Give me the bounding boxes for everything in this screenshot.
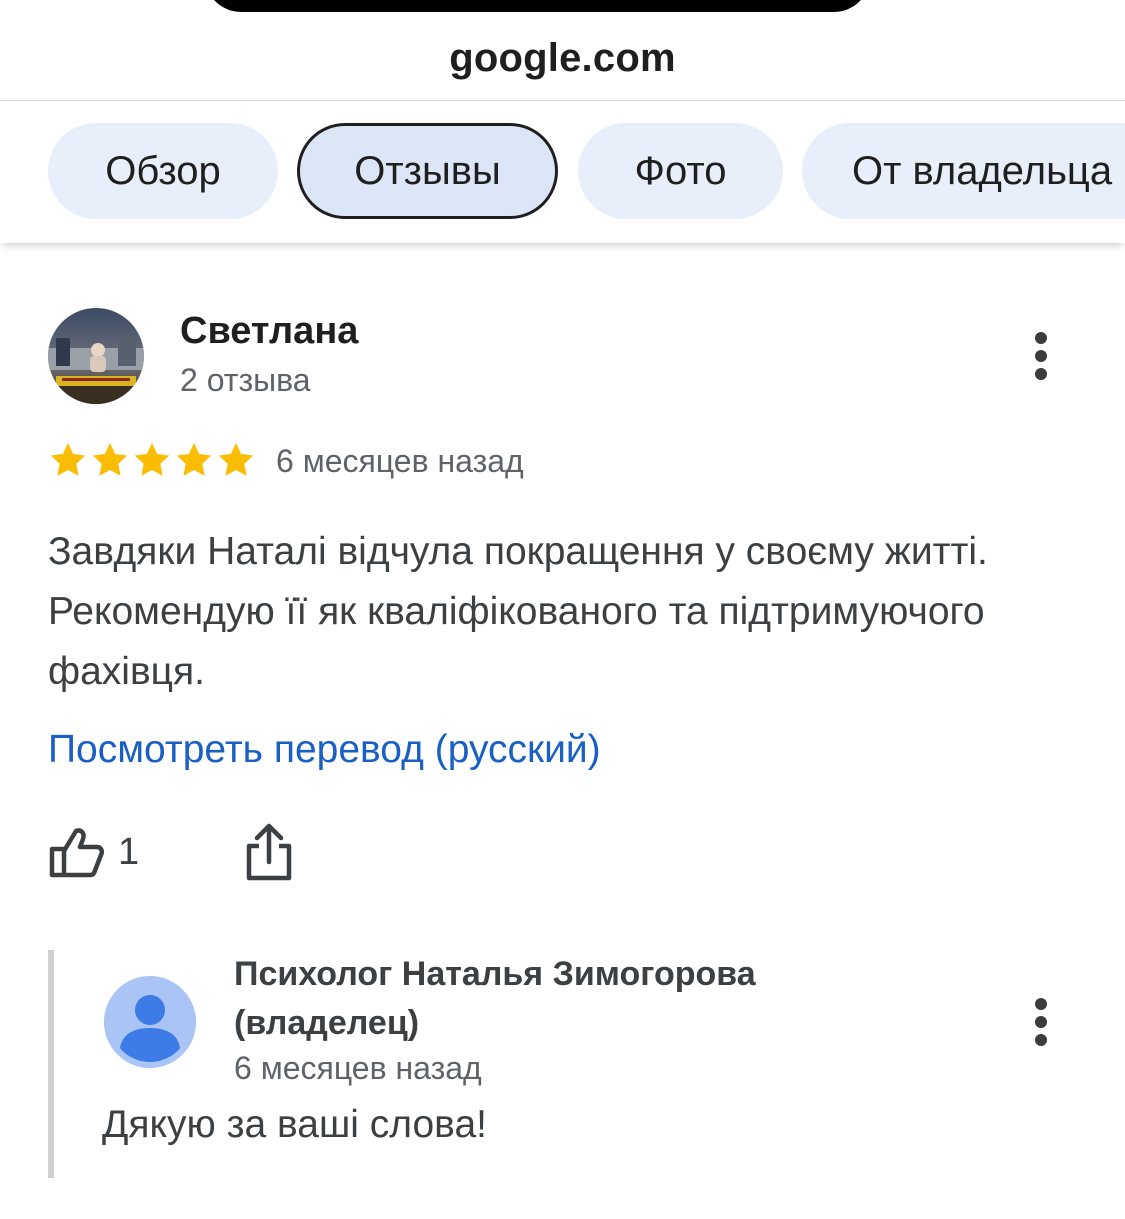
star-icon — [92, 443, 128, 476]
like-button[interactable]: 1 — [48, 822, 148, 882]
reply-more-options-icon[interactable] — [1021, 998, 1061, 1046]
star-icon — [134, 443, 170, 476]
owner-avatar[interactable] — [104, 976, 196, 1068]
url-text[interactable]: google.com — [0, 36, 1125, 81]
review-text: Завдяки Наталі відчула покращення у своє… — [48, 530, 988, 693]
owner-reply-text: Дякую за ваші слова! — [102, 1103, 487, 1146]
share-icon — [246, 823, 292, 881]
owner-reply-date: 6 месяцев назад — [234, 1050, 482, 1086]
owner-name[interactable]: Психолог Наталья Зимогорова (владелец) — [234, 950, 874, 1048]
tab-photos[interactable]: Фото — [578, 123, 783, 219]
rating-stars — [48, 440, 256, 482]
address-bar[interactable]: google.com — [0, 0, 1125, 101]
see-translation-link[interactable]: Посмотреть перевод (русский) — [48, 728, 601, 772]
reviewer-avatar[interactable] — [48, 308, 144, 404]
star-icon — [50, 443, 86, 476]
reviewer-review-count: 2 отзыва — [180, 362, 311, 398]
star-icon — [176, 443, 212, 476]
reply-indent-bar — [48, 950, 54, 1178]
like-count: 1 — [118, 830, 140, 873]
tab-from-owner[interactable]: От владельца — [802, 123, 1125, 219]
tab-reviews[interactable]: Отзывы — [297, 123, 558, 219]
page: google.com Обзор Отзывы Фото От владельц… — [0, 0, 1125, 1219]
tab-overview[interactable]: Обзор — [48, 123, 278, 219]
person-icon — [104, 976, 196, 1068]
review-more-options-icon[interactable] — [1021, 332, 1061, 380]
review-date: 6 месяцев назад — [276, 443, 524, 479]
share-button[interactable] — [243, 822, 295, 884]
tabs-bar: Обзор Отзывы Фото От владельца — [0, 101, 1125, 243]
reviewer-name[interactable]: Светлана — [180, 310, 358, 353]
thumbs-up-icon — [49, 828, 104, 878]
star-icon — [218, 443, 254, 476]
